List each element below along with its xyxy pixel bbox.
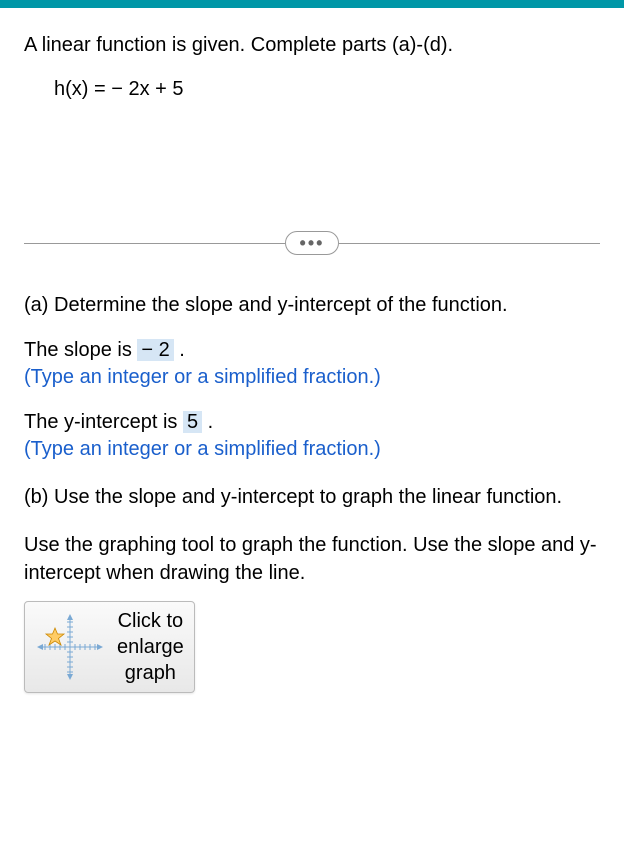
- graph-button-line2: enlarge: [117, 636, 184, 658]
- content-area: A linear function is given. Complete par…: [0, 8, 624, 715]
- part-a-heading: (a) Determine the slope and y-intercept …: [24, 291, 600, 319]
- divider-line-right: [339, 243, 600, 244]
- enlarge-graph-button[interactable]: Click to enlarge graph: [24, 601, 195, 693]
- problem-statement: A linear function is given. Complete par…: [24, 30, 600, 60]
- intercept-answer-line: The y-intercept is 5 .: [24, 411, 600, 434]
- part-b-instruction: Use the graphing tool to graph the funct…: [24, 531, 600, 587]
- slope-value[interactable]: − 2: [137, 339, 173, 361]
- slope-prefix: The slope is: [24, 339, 137, 361]
- problem-equation: h(x) = − 2x + 5: [54, 78, 600, 101]
- slope-hint: (Type an integer or a simplified fractio…: [24, 366, 600, 389]
- intercept-prefix: The y-intercept is: [24, 411, 183, 433]
- divider-line-left: [24, 243, 285, 244]
- section-divider: •••: [24, 231, 600, 255]
- part-b-heading: (b) Use the slope and y-intercept to gra…: [24, 483, 600, 511]
- intercept-suffix: .: [202, 411, 213, 433]
- expand-divider-button[interactable]: •••: [285, 231, 340, 255]
- graph-button-line1: Click to: [118, 610, 184, 632]
- slope-answer-line: The slope is − 2 .: [24, 339, 600, 362]
- intercept-value[interactable]: 5: [183, 411, 202, 433]
- intercept-hint: (Type an integer or a simplified fractio…: [24, 438, 600, 461]
- graph-thumbnail-icon: [35, 612, 105, 682]
- graph-button-label: Click to enlarge graph: [117, 608, 184, 686]
- top-accent-bar: [0, 0, 624, 8]
- slope-suffix: .: [174, 339, 185, 361]
- graph-button-line3: graph: [125, 662, 176, 684]
